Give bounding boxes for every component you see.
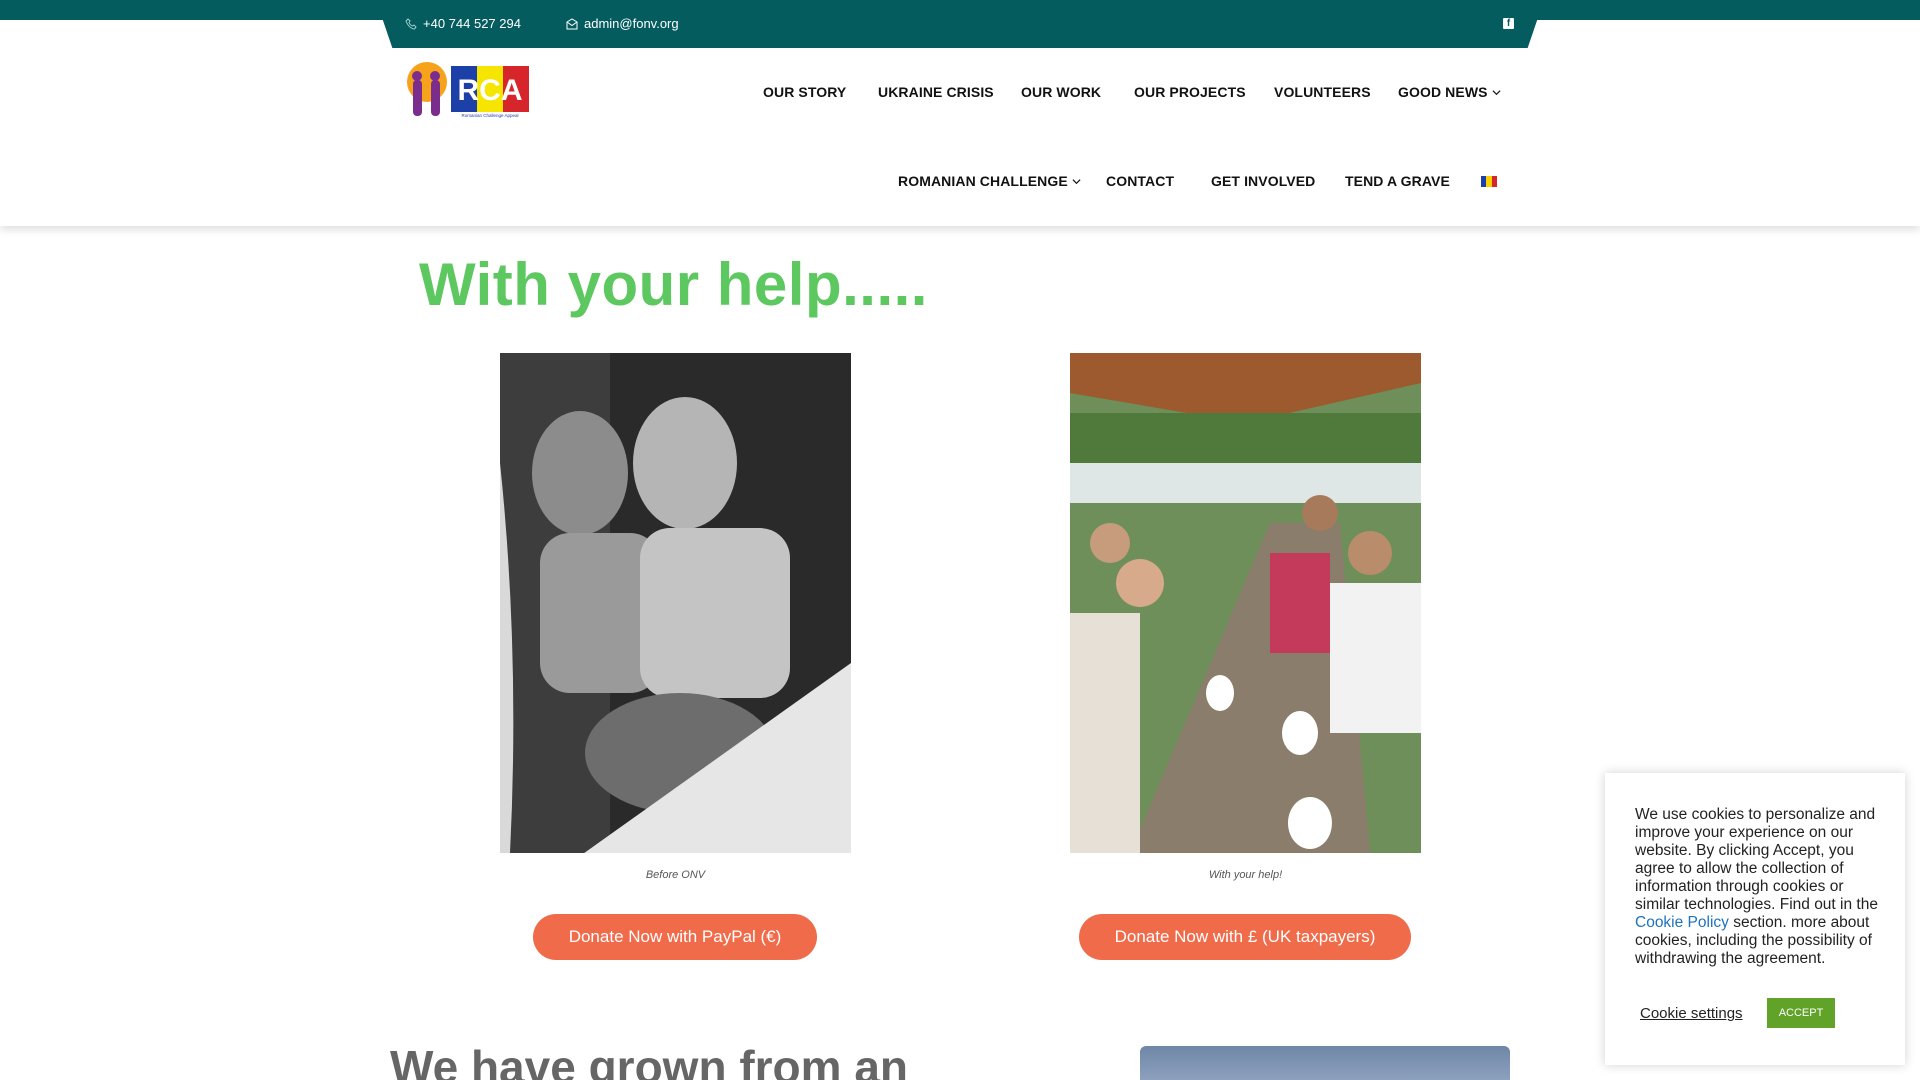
nav-contact[interactable]: CONTACT	[1106, 173, 1174, 189]
nav-romanian-challenge[interactable]: ROMANIAN CHALLENGE	[898, 173, 1081, 189]
nav-get-involved[interactable]: GET INVOLVED	[1211, 173, 1315, 189]
envelope-icon	[566, 17, 578, 29]
group-photo	[1070, 353, 1421, 853]
nav-ukraine-crisis[interactable]: UKRAINE CRISIS	[878, 84, 994, 100]
section-image	[1140, 1046, 1510, 1080]
nav-our-projects[interactable]: OUR PROJECTS	[1134, 84, 1246, 100]
site-header	[0, 20, 1920, 226]
before-photo	[500, 353, 851, 853]
cookie-settings-link[interactable]: Cookie settings	[1640, 1005, 1743, 1022]
section-heading: We have grown from an	[390, 1041, 909, 1080]
nav-good-news[interactable]: GOOD NEWS	[1398, 84, 1501, 100]
donate-paypal-button[interactable]: Donate Now with PayPal (€)	[533, 914, 817, 960]
phone-number: +40 744 527 294	[423, 16, 521, 31]
topbar	[376, 0, 1544, 48]
after-caption: With your help!	[1208, 869, 1283, 881]
email-address: admin@fonv.org	[584, 16, 679, 31]
logo-letters: RCA	[458, 74, 523, 107]
romanian-flag-icon[interactable]	[1481, 176, 1497, 187]
phone-icon	[405, 17, 417, 30]
email-contact[interactable]: admin@fonv.org	[566, 16, 679, 31]
nav-our-work[interactable]: OUR WORK	[1021, 84, 1101, 100]
phone-contact[interactable]: +40 744 527 294	[405, 16, 521, 31]
nav-romanian-challenge-label: ROMANIAN CHALLENGE	[898, 173, 1068, 189]
site-logo[interactable]: RCA Romanian Challenge Appeal	[405, 60, 531, 120]
cookie-text: We use cookies to personalize and improv…	[1635, 806, 1880, 968]
before-caption: Before ONV	[645, 869, 706, 881]
logo-subtitle: Romanian Challenge Appeal	[461, 113, 518, 118]
nav-our-story[interactable]: OUR STORY	[763, 84, 846, 100]
nav-volunteers[interactable]: VOLUNTEERS	[1274, 84, 1371, 100]
chevron-down-icon	[1072, 178, 1081, 184]
cookie-policy-link[interactable]: Cookie Policy	[1635, 914, 1729, 931]
nav-good-news-label: GOOD NEWS	[1398, 84, 1488, 100]
chevron-down-icon	[1492, 89, 1501, 95]
cookie-banner: We use cookies to personalize and improv…	[1605, 773, 1905, 1065]
facebook-icon[interactable]: f	[1503, 18, 1514, 29]
page-headline: With your help.....	[419, 251, 928, 318]
cookie-accept-button[interactable]: ACCEPT	[1767, 998, 1835, 1028]
cookie-text-intro: We use cookies to personalize and improv…	[1635, 806, 1878, 913]
nav-tend-a-grave[interactable]: TEND A GRAVE	[1345, 173, 1450, 189]
donate-uk-button[interactable]: Donate Now with £ (UK taxpayers)	[1079, 914, 1411, 960]
